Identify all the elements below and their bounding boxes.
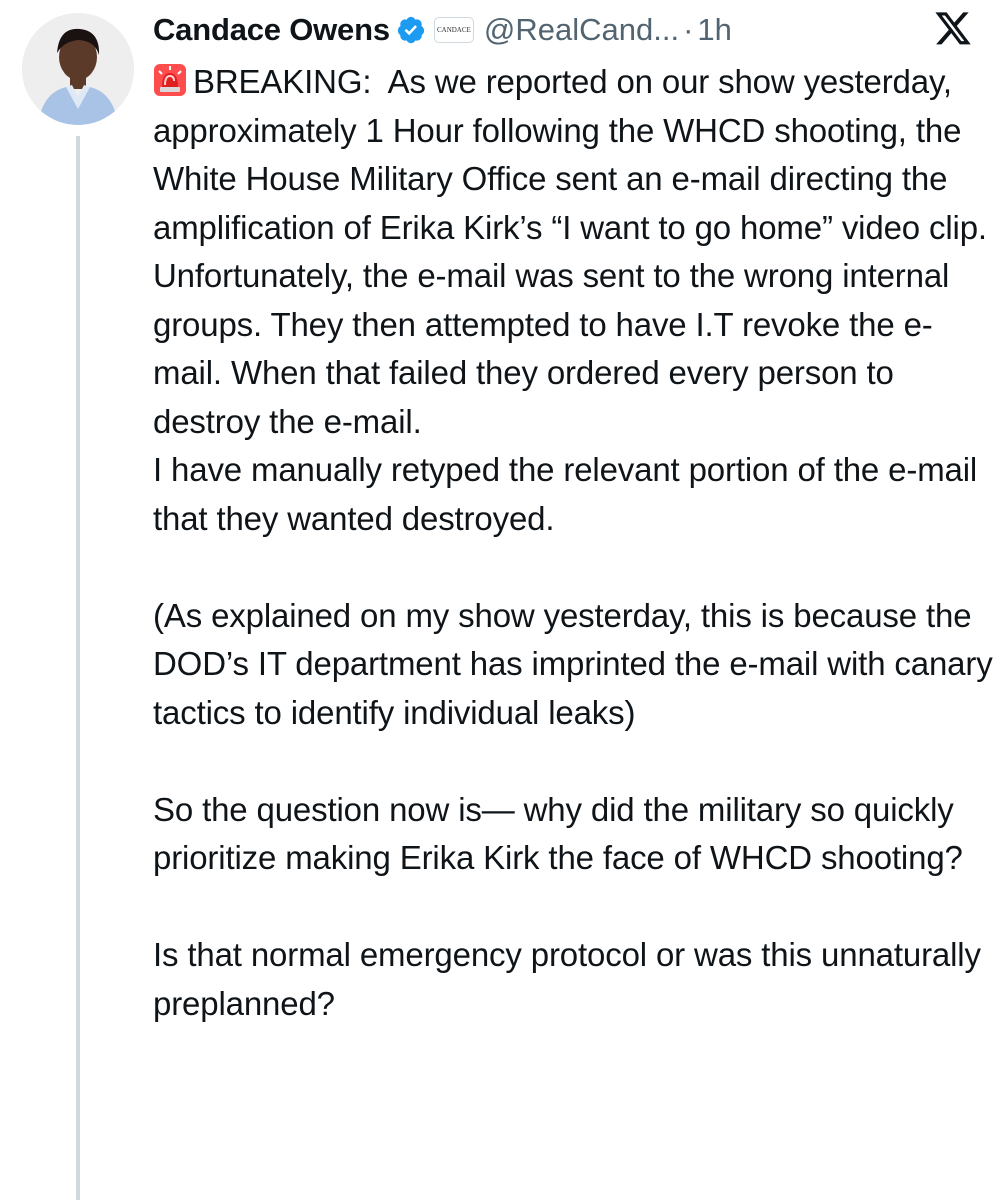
tweet-timestamp[interactable]: 1h — [697, 12, 731, 48]
tweet-header: Candace Owens CANDACE @RealCand... · 1h — [153, 8, 732, 52]
thread-connector-line — [76, 136, 80, 1200]
verified-badge-icon[interactable] — [396, 15, 426, 45]
author-handle[interactable]: @RealCand... — [484, 12, 679, 48]
tweet-text: BREAKING: As we reported on our show yes… — [153, 58, 993, 1028]
tweet-body-text: BREAKING: As we reported on our show yes… — [153, 63, 993, 1022]
affiliation-badge[interactable]: CANDACE — [433, 17, 474, 43]
profile-avatar[interactable] — [22, 13, 134, 125]
police-siren-icon — [153, 62, 187, 96]
separator-dot: · — [683, 12, 694, 47]
x-logo-icon — [933, 12, 973, 48]
author-display-name[interactable]: Candace Owens — [153, 12, 390, 48]
